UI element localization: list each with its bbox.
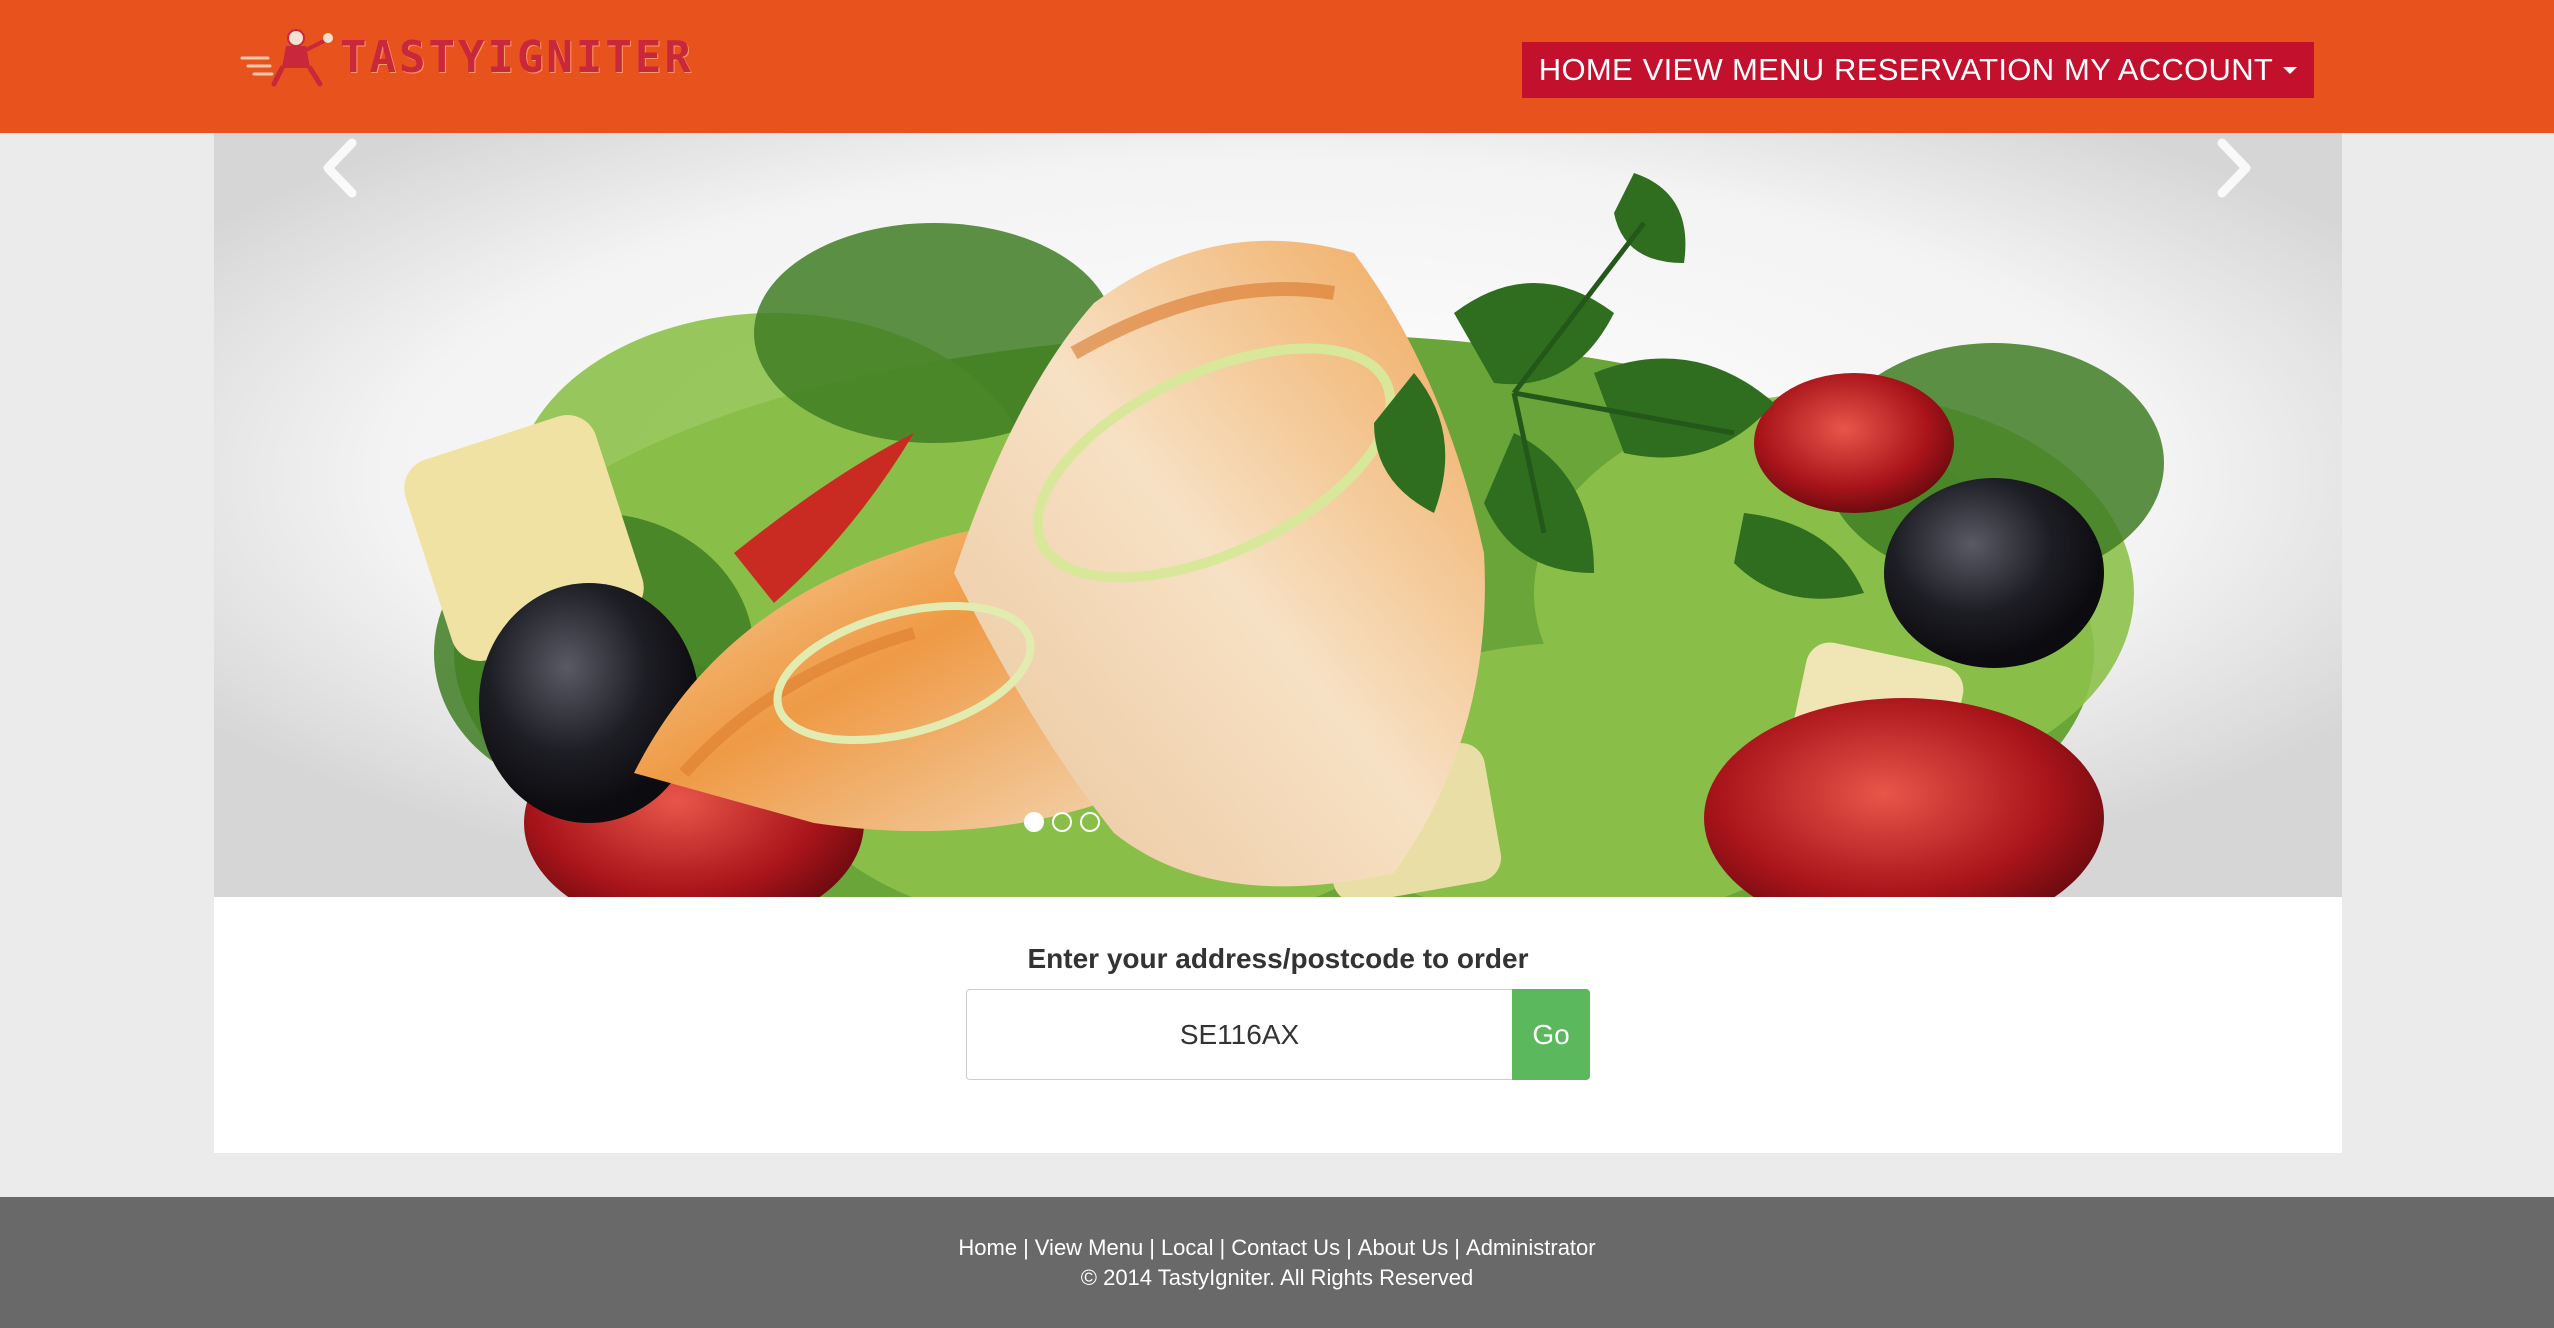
site-footer: Home | View Menu | Local | Contact Us | About Us…	[0, 1197, 2554, 1328]
footer-link-view-menu[interactable]: View Menu	[1035, 1235, 1143, 1260]
caret-down-icon	[2283, 66, 2298, 74]
carousel-dot-2[interactable]	[1052, 812, 1072, 832]
nav-home[interactable]: HOME	[1539, 52, 1633, 88]
chef-logo-icon	[240, 29, 333, 87]
main-nav: HOME VIEW MENU RESERVATION MY ACCOUNT	[1522, 42, 2314, 98]
carousel-indicators	[1024, 812, 1100, 832]
carousel-dot-1[interactable]	[1024, 812, 1044, 832]
nav-my-account[interactable]: MY ACCOUNT	[2064, 52, 2298, 88]
postcode-input[interactable]	[966, 989, 1512, 1080]
site-header: TASTYIGNITER HOME VIEW MENU RESERVATION …	[0, 0, 2554, 133]
footer-link-contact-us[interactable]: Contact Us	[1231, 1235, 1340, 1260]
site-logo[interactable]: TASTYIGNITER	[240, 22, 694, 92]
postcode-label: Enter your address/postcode to order	[1027, 943, 1529, 974]
go-button[interactable]: Go	[1512, 989, 1590, 1080]
footer-separator: |	[1219, 1235, 1226, 1260]
copyright-text: © 2014 TastyIgniter. All Rights Reserved	[1080, 1265, 1474, 1290]
footer-separator: |	[1023, 1235, 1029, 1260]
footer-link-about-us[interactable]: About Us	[1358, 1235, 1449, 1260]
postcode-search-panel: Enter your address/postcode to order Go	[214, 897, 2342, 1153]
hero-carousel	[214, 133, 2342, 897]
footer-separator: |	[1346, 1235, 1352, 1260]
carousel-prev-icon[interactable]	[310, 133, 370, 203]
nav-view-menu[interactable]: VIEW MENU	[1643, 52, 1825, 88]
footer-link-local[interactable]: Local	[1161, 1235, 1214, 1260]
carousel-dot-3[interactable]	[1080, 812, 1100, 832]
footer-link-home[interactable]: Home	[958, 1235, 1017, 1260]
logo-text: TASTYIGNITER	[340, 31, 694, 83]
footer-links: Home | View Menu | Local | Contact Us | About Us…	[0, 1235, 2554, 1261]
footer-separator: |	[1149, 1235, 1155, 1260]
nav-reservation[interactable]: RESERVATION	[1834, 52, 2054, 88]
carousel-next-icon[interactable]	[2204, 133, 2264, 203]
hero-food-image	[214, 133, 2342, 897]
nav-my-account-label: MY ACCOUNT	[2064, 52, 2274, 87]
footer-link-administrator[interactable]: Administrator	[1466, 1235, 1596, 1260]
footer-separator: |	[1454, 1235, 1461, 1260]
